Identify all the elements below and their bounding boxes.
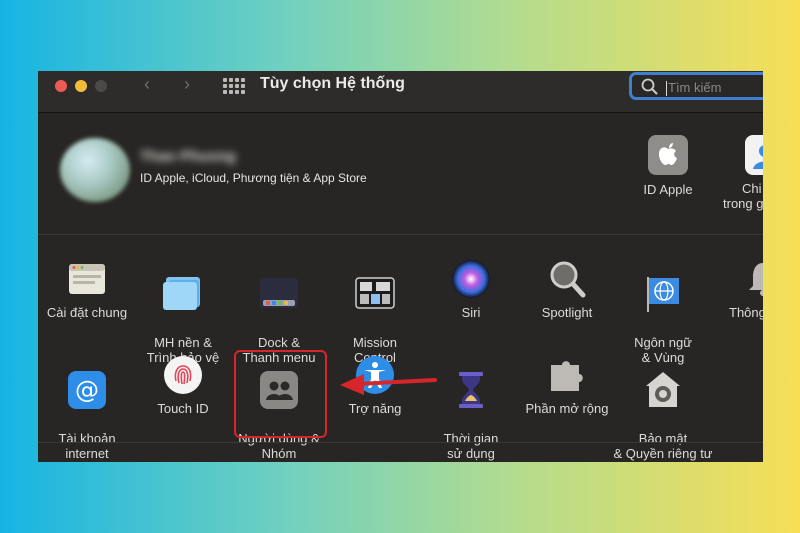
- system-preferences-window: ‹ › Tùy chọn Hệ thống Tìm kiếm Thao Phuo…: [38, 71, 763, 462]
- annotation-arrow: [340, 374, 437, 395]
